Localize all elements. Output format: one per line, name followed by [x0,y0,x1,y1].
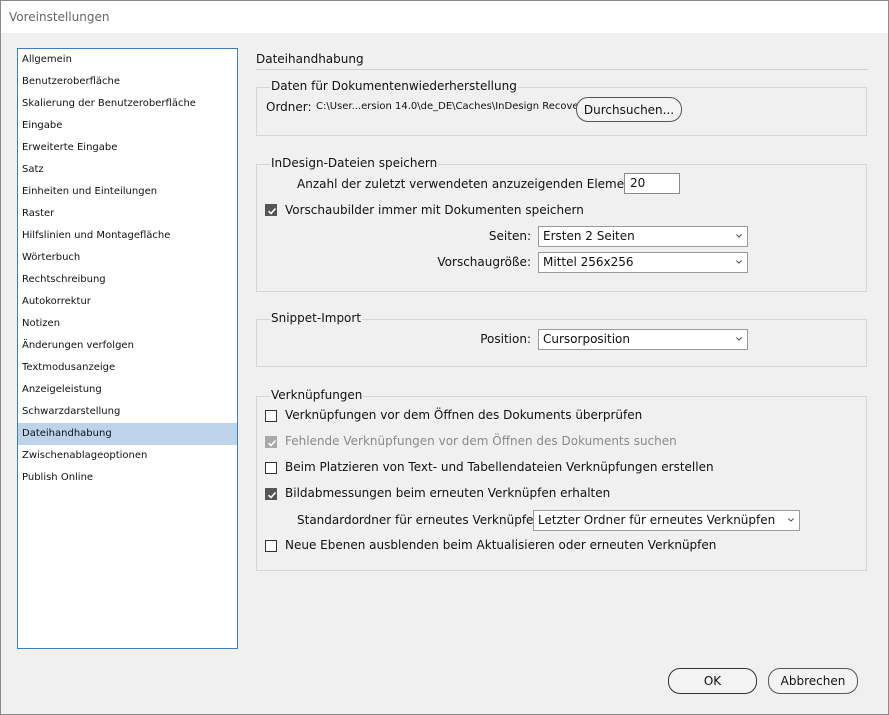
pages-select[interactable]: Ersten 2 Seiten [538,226,748,247]
recovery-group-title: Daten für Dokumentenwiederherstellung [270,79,518,93]
sidebar-item-zwischenablage[interactable]: Zwischenablageoptionen [18,445,237,467]
default-folder-select[interactable]: Letzter Ordner für erneutes Verknüpfen [533,510,800,531]
chevron-down-icon [736,337,742,341]
check-links-checkbox[interactable] [265,410,277,422]
find-missing-label: Fehlende Verknüpfungen vor dem Öffnen de… [285,434,677,448]
page-title: Dateihandhabung [256,52,364,66]
sidebar-item-erweiterte-eingabe[interactable]: Erweiterte Eingabe [18,137,237,159]
pages-select-value: Ersten 2 Seiten [543,229,635,243]
preferences-dialog: Voreinstellungen Allgemein Benutzeroberf… [0,0,889,715]
sidebar-item-autokorrektur[interactable]: Autokorrektur [18,291,237,313]
sidebar-item-notizen[interactable]: Notizen [18,313,237,335]
preview-checkbox-label: Vorschaubilder immer mit Dokumenten spei… [285,203,584,217]
position-select[interactable]: Cursorposition [538,329,748,350]
checkmark-icon [267,491,277,499]
find-missing-checkbox[interactable] [265,436,277,448]
sidebar-item-raster[interactable]: Raster [18,203,237,225]
ok-button[interactable]: OK [668,668,757,694]
hide-layers-checkbox[interactable] [265,540,277,552]
chevron-down-icon [736,234,742,238]
default-folder-select-value: Letzter Ordner für erneutes Verknüpfen [538,513,776,527]
hide-layers-label: Neue Ebenen ausblenden beim Aktualisiere… [285,538,717,552]
sidebar-item-dateihandhabung[interactable]: Dateihandhabung [18,423,237,445]
create-links-checkbox[interactable] [265,462,277,474]
snippet-group-title: Snippet-Import [270,311,363,325]
sidebar-item-skalierung[interactable]: Skalierung der Benutzeroberfläche [18,93,237,115]
browse-button[interactable]: Durchsuchen... [576,97,682,122]
save-group-title: InDesign-Dateien speichern [270,156,439,170]
recent-items-input[interactable]: 20 [624,173,680,194]
sidebar-item-benutzeroberflaeche[interactable]: Benutzeroberfläche [18,71,237,93]
window-title: Voreinstellungen [9,10,110,24]
create-links-label: Beim Platzieren von Text- und Tabellenda… [285,460,714,474]
sidebar-item-allgemein[interactable]: Allgemein [18,49,237,71]
preview-size-label: Vorschaugröße: [437,255,531,269]
preserve-dimensions-label: Bildabmessungen beim erneuten Verknüpfen… [285,486,611,500]
sidebar-item-eingabe[interactable]: Eingabe [18,115,237,137]
preview-size-select-value: Mittel 256x256 [543,255,634,269]
sidebar-item-woerterbuch[interactable]: Wörterbuch [18,247,237,269]
position-select-value: Cursorposition [543,332,630,346]
position-label: Position: [480,332,531,346]
cancel-button[interactable]: Abbrechen [768,668,858,694]
pages-label: Seiten: [488,229,531,243]
title-bar[interactable]: Voreinstellungen [1,1,888,33]
checkmark-icon [267,439,277,447]
links-group-title: Verknüpfungen [270,388,364,402]
preview-checkbox[interactable] [265,204,277,216]
preferences-sidebar: Allgemein Benutzeroberfläche Skalierung … [17,48,238,649]
folder-label: Ordner: [266,100,312,114]
sidebar-item-hilfslinien[interactable]: Hilfslinien und Montagefläche [18,225,237,247]
heading-divider [256,69,868,70]
chevron-down-icon [788,518,794,522]
recent-items-label: Anzahl der zuletzt verwendeten anzuzeige… [297,177,648,191]
preview-size-select[interactable]: Mittel 256x256 [538,252,748,273]
sidebar-item-einheiten[interactable]: Einheiten und Einteilungen [18,181,237,203]
default-folder-label: Standardordner für erneutes Verknüpfen: [297,513,546,527]
recovery-folder-path: C:\User...ersion 14.0\de_DE\Caches\InDes… [316,101,589,112]
sidebar-item-textmodusanzeige[interactable]: Textmodusanzeige [18,357,237,379]
checkmark-icon [267,207,277,215]
sidebar-item-publish-online[interactable]: Publish Online [18,467,237,489]
sidebar-item-anzeigeleistung[interactable]: Anzeigeleistung [18,379,237,401]
preserve-dimensions-checkbox[interactable] [265,488,277,500]
sidebar-item-satz[interactable]: Satz [18,159,237,181]
sidebar-item-rechtschreibung[interactable]: Rechtschreibung [18,269,237,291]
sidebar-item-schwarzdarstellung[interactable]: Schwarzdarstellung [18,401,237,423]
check-links-label: Verknüpfungen vor dem Öffnen des Dokumen… [285,408,643,422]
sidebar-item-aenderungen[interactable]: Änderungen verfolgen [18,335,237,357]
chevron-down-icon [736,260,742,264]
